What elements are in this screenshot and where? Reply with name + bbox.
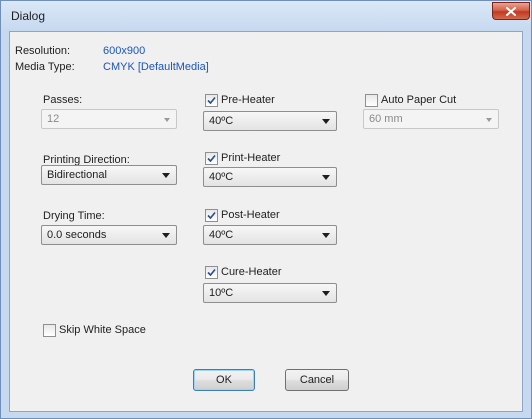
pre-heater-label[interactable]: Pre-Heater bbox=[221, 94, 275, 106]
pre-heater-dropdown[interactable]: 40ºC bbox=[203, 111, 337, 131]
auto-paper-cut-dropdown[interactable]: 60 mm bbox=[363, 109, 499, 129]
printing-direction-dropdown[interactable]: Bidirectional bbox=[41, 165, 177, 185]
checkmark-icon bbox=[207, 211, 216, 220]
checkmark-icon bbox=[207, 268, 216, 277]
dialog-body: Resolution: 600x900 Media Type: CMYK [De… bbox=[9, 31, 523, 412]
drying-time-label: Drying Time: bbox=[43, 210, 105, 222]
checkmark-icon bbox=[207, 154, 216, 163]
auto-paper-cut-value: 60 mm bbox=[369, 113, 403, 125]
skip-white-space-checkbox[interactable] bbox=[43, 324, 56, 337]
print-heater-dropdown[interactable]: 40ºC bbox=[203, 167, 337, 187]
passes-value: 12 bbox=[47, 113, 60, 125]
chevron-down-icon bbox=[162, 173, 170, 178]
media-type-label: Media Type: bbox=[15, 61, 75, 73]
print-heater-checkbox[interactable] bbox=[205, 152, 218, 165]
drying-time-value: 0.0 seconds bbox=[47, 229, 107, 241]
post-heater-value: 40ºC bbox=[209, 229, 234, 241]
auto-paper-cut-label[interactable]: Auto Paper Cut bbox=[381, 94, 456, 106]
close-button[interactable] bbox=[492, 2, 530, 20]
passes-label: Passes: bbox=[43, 94, 83, 106]
resolution-label: Resolution: bbox=[15, 45, 71, 57]
checkmark-icon bbox=[207, 96, 216, 105]
cure-heater-checkbox[interactable] bbox=[205, 266, 218, 279]
printing-direction-value: Bidirectional bbox=[47, 169, 107, 181]
post-heater-checkbox[interactable] bbox=[205, 209, 218, 222]
drying-time-dropdown[interactable]: 0.0 seconds bbox=[41, 225, 177, 245]
post-heater-label[interactable]: Post-Heater bbox=[221, 209, 280, 221]
chevron-down-icon bbox=[322, 233, 330, 238]
window-title: Dialog bbox=[11, 9, 46, 23]
print-heater-label[interactable]: Print-Heater bbox=[221, 152, 280, 164]
chevron-down-icon bbox=[322, 291, 330, 296]
media-type-value: CMYK [DefaultMedia] bbox=[103, 61, 209, 73]
chevron-down-icon bbox=[162, 233, 170, 238]
print-heater-value: 40ºC bbox=[209, 171, 234, 183]
auto-paper-cut-checkbox[interactable] bbox=[365, 94, 378, 107]
cure-heater-label[interactable]: Cure-Heater bbox=[221, 266, 282, 278]
post-heater-dropdown[interactable]: 40ºC bbox=[203, 225, 337, 245]
dialog-window: Dialog Resolution: 600x900 Media Type: C… bbox=[0, 0, 532, 419]
pre-heater-checkbox[interactable] bbox=[205, 94, 218, 107]
cure-heater-dropdown[interactable]: 10ºC bbox=[203, 283, 337, 303]
cure-heater-value: 10ºC bbox=[209, 287, 234, 299]
ok-button[interactable]: OK bbox=[193, 369, 255, 391]
cancel-button[interactable]: Cancel bbox=[285, 369, 349, 391]
chevron-down-icon bbox=[322, 175, 330, 180]
chevron-down-icon bbox=[486, 118, 492, 122]
close-icon bbox=[506, 6, 516, 16]
resolution-value: 600x900 bbox=[103, 45, 146, 57]
chevron-down-icon bbox=[322, 119, 330, 124]
passes-dropdown[interactable]: 12 bbox=[41, 109, 177, 129]
chevron-down-icon bbox=[164, 118, 170, 122]
title-bar[interactable]: Dialog bbox=[1, 1, 531, 31]
pre-heater-value: 40ºC bbox=[209, 115, 234, 127]
skip-white-space-label[interactable]: Skip White Space bbox=[59, 324, 146, 336]
